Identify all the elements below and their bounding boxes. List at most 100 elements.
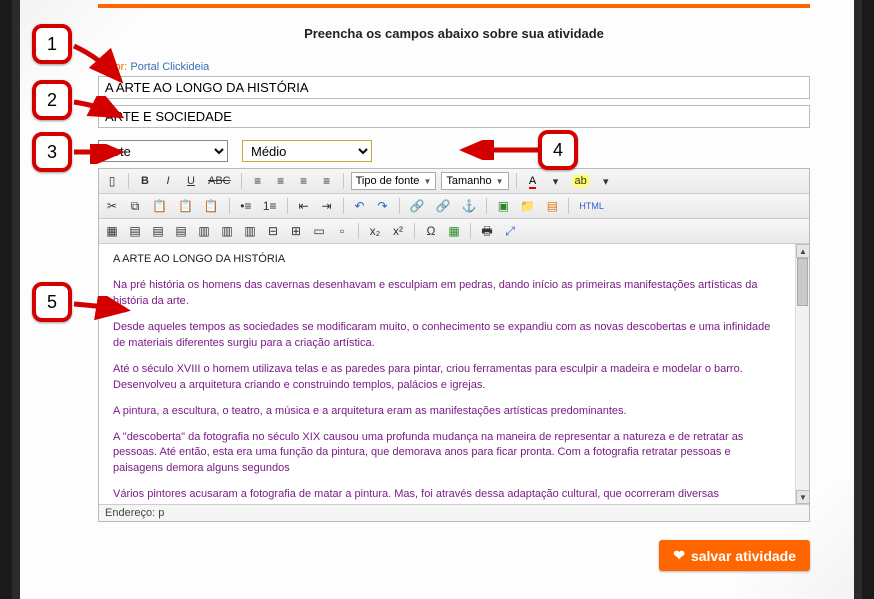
subtitle-input[interactable]: [98, 105, 810, 128]
redo-button[interactable]: ↷: [374, 197, 392, 215]
special-char-button[interactable]: Ω: [422, 222, 440, 240]
path-label: Endereço:: [105, 507, 155, 519]
author-line: Autor: Portal Clickideia: [98, 61, 810, 73]
cell-props-button[interactable]: ▫: [333, 222, 351, 240]
annotation-3: 3: [32, 132, 72, 172]
title-input[interactable]: [98, 76, 810, 99]
font-family-select[interactable]: Tipo de fonte▼: [351, 172, 437, 190]
separator: [343, 198, 344, 214]
separator: [229, 198, 230, 214]
text-color-button[interactable]: A: [524, 172, 542, 190]
highlight-arrow[interactable]: ▾: [597, 172, 615, 190]
editor-path-bar: Endereço: p: [99, 504, 809, 521]
content-paragraph: A pintura, a escultura, o teatro, a músi…: [113, 404, 783, 420]
undo-button[interactable]: ↶: [351, 197, 369, 215]
annotation-1: 1: [32, 24, 72, 64]
annotation-4: 4: [538, 130, 578, 170]
align-center-button[interactable]: ≡: [272, 172, 290, 190]
editor-toolbar-row-3: ▦ ▤ ▤ ▤ ▥ ▥ ▥ ⊟ ⊞ ▭ ▫ x₂ x² Ω ▦ 🖶 ⤢: [99, 219, 809, 244]
separator: [241, 173, 242, 189]
align-left-button[interactable]: ≡: [249, 172, 267, 190]
number-list-button[interactable]: 1≡: [260, 197, 280, 215]
outdent-button[interactable]: ⇤: [295, 197, 313, 215]
subscript-button[interactable]: x₂: [366, 222, 384, 240]
scroll-thumb[interactable]: [797, 258, 808, 306]
separator: [128, 173, 129, 189]
scroll-down-button[interactable]: ▼: [796, 490, 809, 504]
annotation-2: 2: [32, 80, 72, 120]
annotation-5: 5: [32, 282, 72, 322]
bullet-list-button[interactable]: •≡: [237, 197, 255, 215]
separator: [516, 173, 517, 189]
link-button[interactable]: 🔗: [407, 197, 428, 215]
text-color-arrow[interactable]: ▾: [547, 172, 565, 190]
author-value: Portal Clickideia: [130, 61, 209, 73]
editor-content[interactable]: A ARTE AO LONGO DA HISTÓRIA Na pré histó…: [99, 244, 809, 504]
align-justify-button[interactable]: ≡: [318, 172, 336, 190]
separator: [414, 223, 415, 239]
folder-button[interactable]: 📁: [517, 197, 538, 215]
split-cell-button[interactable]: ⊟: [264, 222, 282, 240]
path-value: p: [158, 507, 164, 519]
content-paragraph: Na pré história os homens das cavernas d…: [113, 278, 783, 310]
highlight-button[interactable]: ab: [570, 172, 592, 190]
row-after-button[interactable]: ▤: [149, 222, 167, 240]
editor-toolbar-row-1: ▯ B I U ABC ≡ ≡ ≡ ≡ Tipo de fonte▼ Taman…: [99, 169, 809, 194]
selects-row: Arte Médio: [98, 140, 810, 162]
indent-button[interactable]: ⇥: [318, 197, 336, 215]
save-row: ❤ salvar atividade: [98, 540, 810, 571]
source-button[interactable]: ▯: [103, 172, 121, 190]
content-paragraph: Até o século XVIII o homem utilizava tel…: [113, 362, 783, 394]
delete-row-button[interactable]: ▤: [172, 222, 190, 240]
scroll-up-button[interactable]: ▲: [796, 244, 809, 258]
subject-select[interactable]: Arte: [98, 140, 228, 162]
align-right-button[interactable]: ≡: [295, 172, 313, 190]
author-label: Autor:: [98, 61, 127, 73]
paste-button[interactable]: 📋: [149, 197, 170, 215]
rich-text-editor: ▯ B I U ABC ≡ ≡ ≡ ≡ Tipo de fonte▼ Taman…: [98, 168, 810, 522]
fullscreen-button[interactable]: ⤢: [501, 222, 519, 240]
row-before-button[interactable]: ▤: [126, 222, 144, 240]
table-button[interactable]: ▦: [103, 222, 121, 240]
print-button[interactable]: 🖶: [478, 222, 496, 240]
separator: [399, 198, 400, 214]
italic-button[interactable]: I: [159, 172, 177, 190]
editor-toolbar-row-2: ✂ ⧉ 📋 📋 📋 •≡ 1≡ ⇤ ⇥ ↶ ↷ 🔗 🔗 ⚓ ▣: [99, 194, 809, 219]
content-paragraph: Vários pintores acusaram a fotografia de…: [113, 487, 783, 504]
underline-button[interactable]: U: [182, 172, 200, 190]
separator: [343, 173, 344, 189]
save-label: salvar atividade: [691, 548, 796, 564]
merge-cell-button[interactable]: ⊞: [287, 222, 305, 240]
strike-button[interactable]: ABC: [205, 172, 234, 190]
scroll-track[interactable]: [796, 258, 809, 490]
bold-button[interactable]: B: [136, 172, 154, 190]
row-props-button[interactable]: ▭: [310, 222, 328, 240]
separator: [568, 198, 569, 214]
content-paragraph: A "descoberta" da fotografia no século X…: [113, 430, 783, 478]
media-button[interactable]: ▤: [543, 197, 561, 215]
html-button[interactable]: HTML: [576, 197, 607, 215]
editor-scrollbar[interactable]: ▲ ▼: [795, 244, 809, 504]
paste-text-button[interactable]: 📋: [175, 197, 196, 215]
heart-icon: ❤: [673, 547, 685, 564]
level-select[interactable]: Médio: [242, 140, 372, 162]
app-frame: Preencha os campos abaixo sobre sua ativ…: [12, 0, 862, 599]
separator: [287, 198, 288, 214]
unlink-button[interactable]: 🔗: [433, 197, 454, 215]
divider: [98, 4, 810, 8]
col-after-button[interactable]: ▥: [218, 222, 236, 240]
font-size-select[interactable]: Tamanho▼: [441, 172, 508, 190]
separator: [358, 223, 359, 239]
delete-col-button[interactable]: ▥: [241, 222, 259, 240]
content-paragraph: Desde aqueles tempos as sociedades se mo…: [113, 320, 783, 352]
save-activity-button[interactable]: ❤ salvar atividade: [659, 540, 810, 571]
copy-button[interactable]: ⧉: [126, 197, 144, 215]
col-before-button[interactable]: ▥: [195, 222, 213, 240]
superscript-button[interactable]: x²: [389, 222, 407, 240]
anchor-button[interactable]: ⚓: [458, 197, 479, 215]
cut-button[interactable]: ✂: [103, 197, 121, 215]
paste-word-button[interactable]: 📋: [201, 197, 222, 215]
image-button[interactable]: ▣: [494, 197, 512, 215]
calculator-button[interactable]: ▦: [445, 222, 463, 240]
editor-text[interactable]: A ARTE AO LONGO DA HISTÓRIA Na pré histó…: [99, 244, 795, 504]
